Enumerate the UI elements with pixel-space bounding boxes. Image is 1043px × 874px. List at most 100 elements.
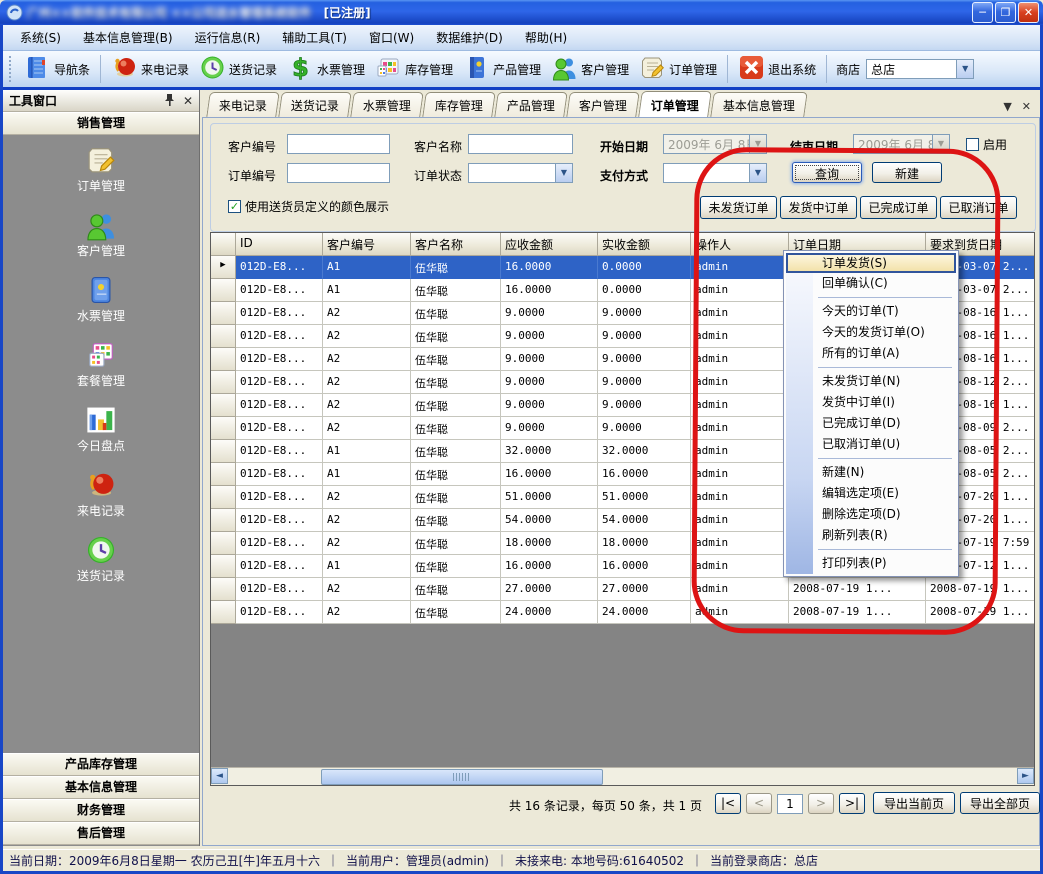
row-selector[interactable] bbox=[211, 601, 236, 624]
context-menu-item[interactable]: 刷新列表(R) bbox=[786, 525, 956, 546]
status-filter-button[interactable]: 未发货订单 bbox=[700, 196, 777, 219]
tab-水票管理[interactable]: 水票管理 bbox=[350, 92, 424, 117]
shop-select[interactable]: 总店▼ bbox=[866, 59, 974, 79]
context-menu-item[interactable]: 发货中订单(I) bbox=[786, 392, 956, 413]
checkbox-box[interactable] bbox=[966, 138, 979, 151]
row-selector[interactable] bbox=[211, 394, 236, 417]
menu-item[interactable]: 基本信息管理(B) bbox=[72, 25, 184, 50]
toolbar-button[interactable]: 退出系统 bbox=[733, 52, 821, 86]
row-selector[interactable] bbox=[211, 555, 236, 578]
tool-window-close-icon[interactable]: ✕ bbox=[183, 94, 193, 108]
menu-item[interactable]: 帮助(H) bbox=[514, 25, 578, 50]
context-menu-item[interactable]: 已完成订单(D) bbox=[786, 413, 956, 434]
column-header[interactable]: 客户编号 bbox=[323, 233, 411, 256]
tab-close-icon[interactable]: ✕ bbox=[1022, 100, 1031, 113]
sidebar-group-基本信息管理[interactable]: 基本信息管理 bbox=[3, 776, 199, 799]
customer-name-input[interactable] bbox=[468, 134, 573, 154]
context-menu-item[interactable]: 新建(N) bbox=[786, 462, 956, 483]
order-code-input[interactable] bbox=[287, 163, 390, 183]
row-selector[interactable] bbox=[211, 486, 236, 509]
sidebar-group-售后管理[interactable]: 售后管理 bbox=[3, 822, 199, 845]
toolbar-button[interactable]: 订单管理 bbox=[634, 52, 722, 86]
context-menu-item[interactable]: 删除选定项(D) bbox=[786, 504, 956, 525]
context-menu-item[interactable]: 打印列表(P) bbox=[786, 553, 956, 574]
export-all-pages-button[interactable]: 导出全部页 bbox=[960, 792, 1040, 814]
column-header[interactable]: ID bbox=[236, 233, 323, 256]
row-selector[interactable] bbox=[211, 348, 236, 371]
scroll-left-icon[interactable]: ◄ bbox=[211, 768, 228, 784]
sidebar-item-套餐管理[interactable]: 套餐管理 bbox=[3, 339, 199, 402]
sidebar-group-产品库存管理[interactable]: 产品库存管理 bbox=[3, 753, 199, 776]
tab-基本信息管理[interactable]: 基本信息管理 bbox=[710, 92, 808, 117]
context-menu-item[interactable]: 回单确认(C) bbox=[786, 273, 956, 294]
row-selector[interactable] bbox=[211, 509, 236, 532]
enable-checkbox[interactable]: 启用 bbox=[966, 136, 1007, 153]
horizontal-scrollbar[interactable]: ◄ ► bbox=[211, 767, 1034, 785]
context-menu-item[interactable]: 今天的订单(T) bbox=[786, 301, 956, 322]
table-row[interactable]: 012D-E8...A2伍华聪24.000024.0000admin2008-0… bbox=[211, 601, 1035, 624]
end-date-picker[interactable]: 2009年 6月 8日▼ bbox=[853, 134, 950, 154]
page-number-input[interactable] bbox=[777, 794, 803, 814]
status-filter-button[interactable]: 已完成订单 bbox=[860, 196, 937, 219]
row-selector[interactable] bbox=[211, 463, 236, 486]
export-current-page-button[interactable]: 导出当前页 bbox=[873, 792, 955, 814]
menu-item[interactable]: 窗口(W) bbox=[358, 25, 425, 50]
minimize-button[interactable]: ─ bbox=[972, 2, 993, 23]
maximize-button[interactable]: ❐ bbox=[995, 2, 1016, 23]
status-filter-button[interactable]: 已取消订单 bbox=[940, 196, 1017, 219]
sidebar-item-水票管理[interactable]: 水票管理 bbox=[3, 274, 199, 337]
tab-客户管理[interactable]: 客户管理 bbox=[566, 92, 640, 117]
next-page-button[interactable]: > bbox=[808, 793, 834, 814]
row-selector[interactable] bbox=[211, 440, 236, 463]
menu-item[interactable]: 数据维护(D) bbox=[425, 25, 514, 50]
menu-item[interactable]: 系统(S) bbox=[9, 25, 72, 50]
status-filter-button[interactable]: 发货中订单 bbox=[780, 196, 857, 219]
tab-dropdown-icon[interactable]: ▼ bbox=[1003, 100, 1011, 113]
sidebar-item-订单管理[interactable]: 订单管理 bbox=[3, 144, 199, 207]
toolbar-button[interactable]: 客户管理 bbox=[546, 52, 634, 86]
sidebar-group-财务管理[interactable]: 财务管理 bbox=[3, 799, 199, 822]
chevron-down-icon[interactable]: ▼ bbox=[956, 60, 973, 78]
prev-page-button[interactable]: < bbox=[746, 793, 772, 814]
column-header[interactable]: 客户名称 bbox=[411, 233, 501, 256]
toolbar-grip[interactable] bbox=[9, 56, 15, 82]
toolbar-button[interactable]: 产品管理 bbox=[458, 52, 546, 86]
query-button[interactable]: 查询 bbox=[792, 162, 862, 183]
row-selector[interactable] bbox=[211, 279, 236, 302]
sidebar-group-sales[interactable]: 销售管理 bbox=[3, 112, 199, 135]
context-menu-item[interactable]: 订单发货(S) bbox=[786, 253, 956, 273]
sidebar-item-今日盘点[interactable]: 今日盘点 bbox=[3, 404, 199, 467]
row-selector[interactable] bbox=[211, 325, 236, 348]
order-status-select[interactable]: ▼ bbox=[468, 163, 573, 183]
pay-method-select[interactable]: ▼ bbox=[663, 163, 767, 183]
menu-item[interactable]: 运行信息(R) bbox=[184, 25, 272, 50]
first-page-button[interactable]: |< bbox=[715, 793, 741, 814]
new-button[interactable]: 新建 bbox=[872, 162, 942, 183]
row-selector[interactable] bbox=[211, 532, 236, 555]
context-menu-item[interactable]: 所有的订单(A) bbox=[786, 343, 956, 364]
table-row[interactable]: 012D-E8...A2伍华聪27.000027.0000admin2008-0… bbox=[211, 578, 1035, 601]
tab-产品管理[interactable]: 产品管理 bbox=[494, 92, 568, 117]
context-menu-item[interactable]: 今天的发货订单(O) bbox=[786, 322, 956, 343]
toolbar-button[interactable]: 导航条 bbox=[19, 52, 95, 86]
sidebar-item-送货记录[interactable]: 送货记录 bbox=[3, 534, 199, 597]
customer-code-input[interactable] bbox=[287, 134, 390, 154]
row-selector[interactable] bbox=[211, 417, 236, 440]
color-display-checkbox[interactable]: ✓ 使用送货员定义的颜色展示 bbox=[228, 198, 389, 215]
column-header[interactable]: 实收金额 bbox=[598, 233, 691, 256]
toolbar-button[interactable]: 库存管理 bbox=[370, 52, 458, 86]
toolbar-button[interactable]: 来电记录 bbox=[106, 52, 194, 86]
last-page-button[interactable]: >| bbox=[839, 793, 865, 814]
tab-来电记录[interactable]: 来电记录 bbox=[206, 92, 280, 117]
chevron-down-icon[interactable]: ▼ bbox=[749, 135, 766, 153]
toolbar-button[interactable]: 送货记录 bbox=[194, 52, 282, 86]
context-menu-item[interactable]: 已取消订单(U) bbox=[786, 434, 956, 455]
scroll-right-icon[interactable]: ► bbox=[1017, 768, 1034, 784]
close-button[interactable]: ✕ bbox=[1018, 2, 1039, 23]
context-menu-item[interactable]: 编辑选定项(E) bbox=[786, 483, 956, 504]
row-selector[interactable] bbox=[211, 578, 236, 601]
tab-订单管理[interactable]: 订单管理 bbox=[638, 91, 712, 117]
chevron-down-icon[interactable]: ▼ bbox=[932, 135, 949, 153]
chevron-down-icon[interactable]: ▼ bbox=[749, 164, 766, 182]
row-selector[interactable]: ▶ bbox=[211, 256, 236, 279]
